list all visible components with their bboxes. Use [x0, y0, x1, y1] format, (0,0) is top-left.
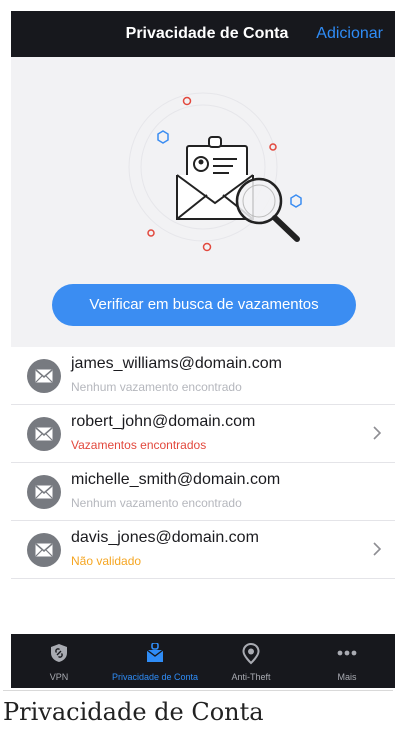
mail-avatar [27, 475, 61, 509]
app-screen: Privacidade de Conta Adicionar Verificar… [11, 11, 395, 688]
location-pin-icon [242, 643, 260, 665]
tab-anti-theft[interactable]: Anti-Theft [203, 634, 299, 688]
account-row[interactable]: james_williams@domain.com Nenhum vazamen… [11, 347, 395, 405]
chevron-right-icon[interactable] [373, 542, 381, 556]
screen-caption: Privacidade de Conta [3, 698, 264, 726]
tab-label: Privacidade de Conta [111, 672, 199, 682]
account-email: robert_john@domain.com [71, 413, 256, 430]
envelope-icon [35, 543, 53, 557]
tab-label: VPN [49, 672, 69, 682]
tab-label: Anti-Theft [231, 672, 271, 682]
chevron-right-icon[interactable] [373, 426, 381, 440]
account-row[interactable]: robert_john@domain.com Vazamentos encont… [11, 405, 395, 463]
mail-avatar [27, 533, 61, 567]
tab-account-privacy[interactable]: Privacidade de Conta [107, 634, 203, 688]
divider [3, 690, 393, 691]
mail-avatar [27, 417, 61, 451]
envelope-icon [35, 369, 53, 383]
add-button[interactable]: Adicionar [316, 11, 383, 57]
tab-vpn[interactable]: VPN [11, 634, 107, 688]
account-privacy-icon [146, 643, 164, 662]
tab-label: Mais [337, 672, 357, 682]
envelope-icon [35, 427, 53, 441]
shield-icon [51, 644, 67, 662]
tab-bar: VPN Privacidade de Conta Anti-Theft Mais [11, 634, 395, 688]
account-status: Não validado [71, 554, 142, 568]
mail-avatar [27, 359, 61, 393]
account-row[interactable]: davis_jones@domain.com Não validado [11, 521, 395, 579]
navigation-bar: Privacidade de Conta Adicionar [11, 11, 395, 57]
account-row[interactable]: michelle_smith@domain.com Nenhum vazamen… [11, 463, 395, 521]
account-status: Nenhum vazamento encontrado [71, 496, 242, 510]
account-email: james_williams@domain.com [71, 355, 282, 372]
account-email: davis_jones@domain.com [71, 529, 259, 546]
account-status: Vazamentos encontrados [71, 438, 207, 452]
more-dots-icon [337, 650, 357, 656]
check-leaks-button[interactable]: Verificar em busca de vazamentos [52, 284, 356, 326]
tab-more[interactable]: Mais [299, 634, 395, 688]
account-status: Nenhum vazamento encontrado [71, 380, 242, 394]
hero-section: Verificar em busca de vazamentos [11, 57, 395, 347]
envelope-magnifier-icon [128, 92, 302, 252]
account-list: james_williams@domain.com Nenhum vazamen… [11, 347, 395, 635]
envelope-icon [35, 485, 53, 499]
account-email: michelle_smith@domain.com [71, 471, 281, 488]
